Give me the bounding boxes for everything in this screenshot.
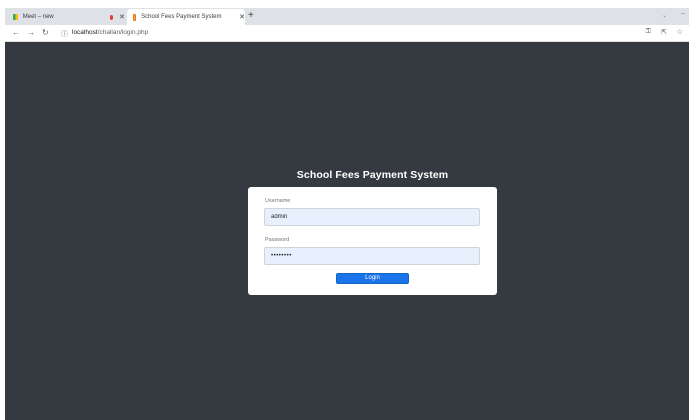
tab-meet[interactable]: Meet – new ✕ (7, 9, 125, 25)
reload-icon[interactable]: ↻ (42, 28, 49, 37)
tab-title: School Fees Payment System (141, 14, 222, 20)
tab-title: Meet – new (22, 14, 54, 20)
username-label: Username (265, 198, 291, 204)
meet-favicon-icon (13, 14, 18, 20)
address-bar[interactable]: localhost/challan/login.php (72, 29, 148, 36)
site-info-icon[interactable]: ⓘ (61, 29, 68, 39)
url-path: /challan/login.php (97, 29, 149, 36)
key-icon[interactable]: ⚿ (646, 28, 651, 36)
browser-tab-strip: Meet – new ✕ School Fees Payment System … (5, 8, 689, 25)
close-tab-icon[interactable]: ✕ (119, 13, 125, 21)
recording-indicator-icon (109, 14, 114, 20)
username-field[interactable] (264, 208, 480, 226)
url-host: localhost (72, 29, 98, 36)
page-title: School Fees Payment System (296, 169, 449, 181)
password-field[interactable] (264, 247, 480, 265)
browser-toolbar: ← → ↻ ⓘ localhost/challan/login.php ⚿ ⇱ … (5, 25, 689, 42)
tab-search-icon[interactable]: ⌄ (662, 12, 667, 19)
star-icon[interactable]: ☆ (677, 28, 683, 36)
tab-school-fees[interactable]: School Fees Payment System ✕ (127, 9, 245, 25)
login-button[interactable]: Login (336, 273, 409, 284)
back-arrow-icon[interactable]: ← (12, 28, 20, 37)
share-icon[interactable]: ⇱ (661, 28, 667, 36)
site-favicon-icon (133, 13, 137, 21)
close-tab-icon[interactable]: ✕ (239, 13, 245, 21)
login-card: Username Password Login (248, 187, 497, 295)
forward-arrow-icon[interactable]: → (27, 28, 35, 37)
minimize-icon[interactable]: – (681, 10, 685, 17)
page-viewport: School Fees Payment System Username Pass… (5, 42, 689, 420)
password-label: Password (265, 237, 290, 243)
new-tab-button[interactable]: + (248, 10, 254, 21)
